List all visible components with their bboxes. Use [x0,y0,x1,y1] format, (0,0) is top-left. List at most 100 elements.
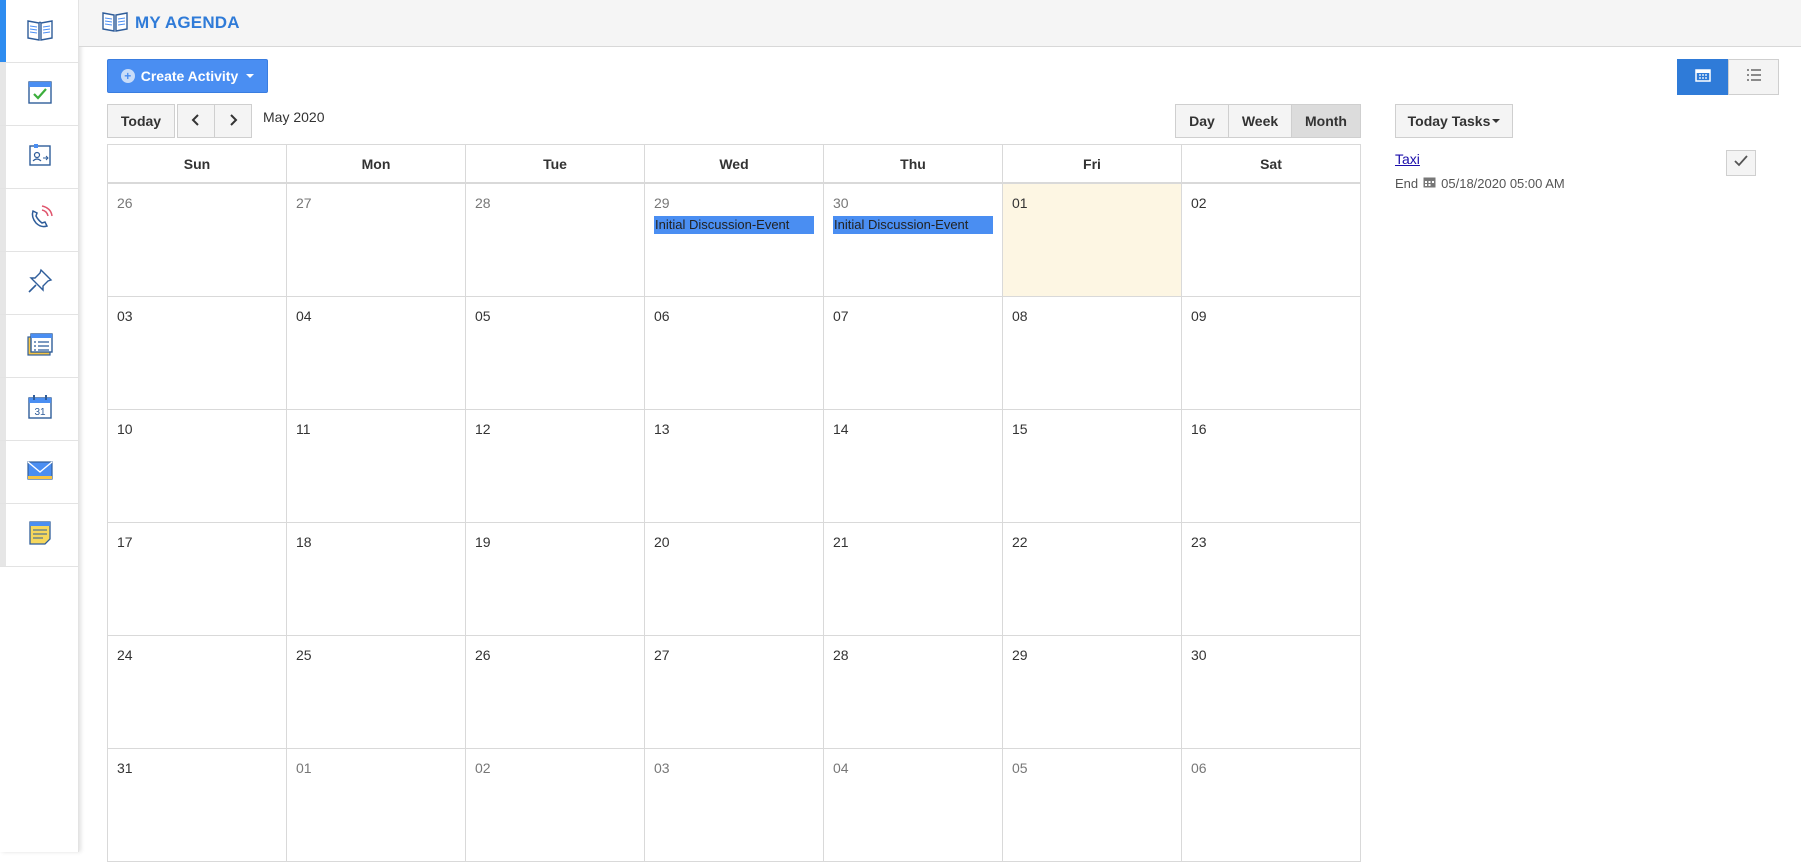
calendar-day-cell[interactable]: 03 [108,297,287,410]
left-sidebar: 31 [0,0,79,852]
calendar-event[interactable]: Initial Discussion-Event [654,216,814,234]
calendar-day-cell[interactable]: 27 [287,184,466,297]
calendar-day-cell[interactable]: 28 [824,636,1003,749]
today-button[interactable]: Today [107,104,175,138]
calendar-day-cell[interactable]: 29 [1003,636,1182,749]
calendar-day-cell[interactable]: 14 [824,410,1003,523]
sidebar-item-contacts[interactable] [0,126,79,189]
view-mode-toggle [1677,59,1779,95]
weekday-mon: Mon [287,145,466,182]
calendar-day-cell[interactable]: 16 [1182,410,1361,523]
calendar-31-icon: 31 [25,392,55,427]
sidebar-item-tasks[interactable] [0,63,79,126]
calendar-day-cell[interactable]: 28 [466,184,645,297]
calendar-day-cell[interactable]: 12 [466,410,645,523]
calendar-day-cell[interactable]: 02 [466,749,645,862]
calendar-day-cell[interactable]: 29 Initial Discussion-Event [645,184,824,297]
day-number: 13 [654,421,670,437]
sidebar-item-calendar[interactable]: 31 [0,378,79,441]
calendar-day-cell[interactable]: 22 [1003,523,1182,636]
calendar-view-button[interactable] [1677,59,1728,95]
calendar-day-cell[interactable]: 04 [824,749,1003,862]
calendar-day-cell[interactable]: 05 [466,297,645,410]
day-number: 23 [1191,534,1207,550]
create-activity-button[interactable]: + Create Activity [107,59,268,93]
calendar-day-cell[interactable]: 06 [1182,749,1361,862]
view-day-button[interactable]: Day [1175,104,1229,138]
sidebar-item-pins[interactable] [0,252,79,315]
sidebar-item-notes[interactable] [0,504,79,567]
pin-icon [25,266,55,301]
next-button[interactable] [214,104,252,138]
list-view-button[interactable] [1728,59,1779,95]
calendar-day-cell[interactable]: 07 [824,297,1003,410]
calendar-day-cell[interactable]: 01 [287,749,466,862]
calendar-day-cell[interactable]: 24 [108,636,287,749]
calendar-day-cell[interactable]: 09 [1182,297,1361,410]
calendar-day-cell[interactable]: 23 [1182,523,1361,636]
calendar-day-cell[interactable]: 05 [1003,749,1182,862]
calendar-day-cell[interactable]: 03 [645,749,824,862]
view-month-label: Month [1305,113,1347,129]
sidebar-item-forms[interactable] [0,315,79,378]
calendar-day-cell[interactable]: 19 [466,523,645,636]
sidebar-item-agenda[interactable] [0,0,79,63]
calendar-day-cell[interactable]: 26 [466,636,645,749]
complete-task-button[interactable] [1726,150,1756,176]
contact-card-icon [25,140,55,175]
day-number: 01 [296,760,312,776]
calendar-day-cell[interactable]: 11 [287,410,466,523]
calendar-day-cell[interactable]: 04 [287,297,466,410]
day-number: 02 [475,760,491,776]
page-title: MY AGENDA [135,13,240,32]
day-number: 16 [1191,421,1207,437]
view-week-button[interactable]: Week [1228,104,1292,138]
calendar-day-cell[interactable]: 21 [824,523,1003,636]
prev-button[interactable] [177,104,215,138]
day-number: 30 [833,195,849,211]
calendar-day-cell[interactable]: 17 [108,523,287,636]
day-number: 11 [296,421,311,437]
day-number: 26 [475,647,491,663]
chevron-left-icon [190,113,202,129]
calendar-day-cell[interactable]: 02 [1182,184,1361,297]
task-end-info: End 05/18/2020 05:00 AM [1395,176,1565,191]
day-number: 31 [117,760,133,776]
calendar-day-cell[interactable]: 31 [108,749,287,862]
calendar-days: 26 27 28 29 Initial Discussion-Event 30 Initia… [108,184,1361,862]
calendar-day-cell-today[interactable]: 01 [1003,184,1182,297]
view-month-button[interactable]: Month [1291,104,1361,138]
day-number: 15 [1012,421,1028,437]
day-number: 24 [117,647,133,663]
day-number: 30 [1191,647,1207,663]
day-number: 07 [833,308,849,324]
calendar-day-cell[interactable]: 13 [645,410,824,523]
day-number: 27 [654,647,670,663]
calendar-day-cell[interactable]: 25 [287,636,466,749]
sidebar-item-email[interactable] [0,441,79,504]
calendar-day-cell[interactable]: 10 [108,410,287,523]
calendar-day-cell[interactable]: 30 Initial Discussion-Event [824,184,1003,297]
task-title-link[interactable]: Taxi [1395,151,1420,167]
sidebar-item-calls[interactable] [0,189,79,252]
calendar-day-cell[interactable]: 20 [645,523,824,636]
calendar-event[interactable]: Initial Discussion-Event [833,216,993,234]
day-number: 10 [117,421,133,437]
day-number: 28 [833,647,849,663]
calendar-day-cell[interactable]: 30 [1182,636,1361,749]
calendar-day-cell[interactable]: 18 [287,523,466,636]
today-tasks-dropdown[interactable]: Today Tasks [1395,104,1513,138]
create-activity-label: Create Activity [140,68,239,84]
calendar-day-cell[interactable]: 08 [1003,297,1182,410]
calendar-day-cell[interactable]: 27 [645,636,824,749]
weekday-header: Sun Mon Tue Wed Thu Fri Sat [108,145,1361,184]
top-header: MY AGENDA [79,0,1801,47]
day-number: 01 [1012,195,1028,211]
calendar-day-cell[interactable]: 15 [1003,410,1182,523]
day-number: 02 [1191,195,1207,211]
day-number: 06 [654,308,670,324]
calendar-day-cell[interactable]: 06 [645,297,824,410]
calendar-icon [1423,176,1436,191]
calendar-day-cell[interactable]: 26 [108,184,287,297]
day-number: 25 [296,647,312,663]
